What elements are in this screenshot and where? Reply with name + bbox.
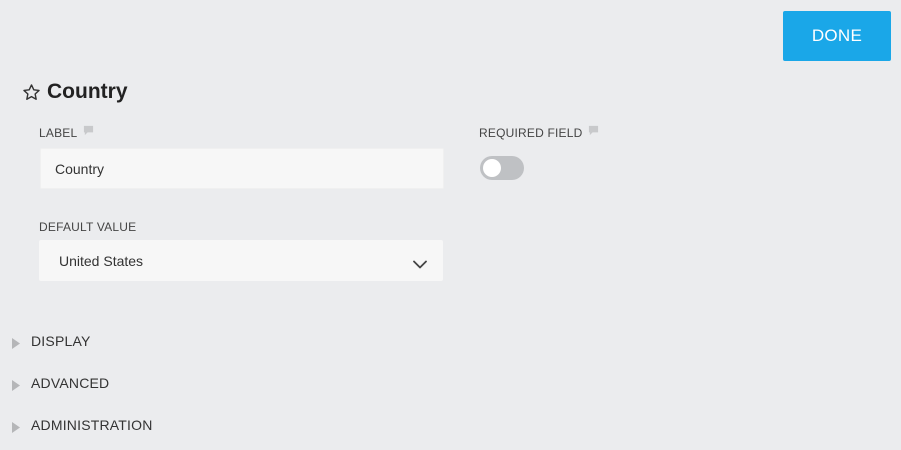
caret-right-icon bbox=[12, 378, 21, 391]
done-button[interactable]: DONE bbox=[783, 11, 891, 61]
default-value-selected: United States bbox=[59, 252, 144, 269]
comment-icon[interactable] bbox=[588, 125, 599, 136]
section-display[interactable]: DISPLAY bbox=[12, 333, 91, 349]
default-value-caption: DEFAULT VALUE bbox=[39, 220, 137, 234]
chevron-down-icon bbox=[413, 256, 427, 269]
default-caption-row: DEFAULT VALUE bbox=[39, 220, 136, 234]
label-caption: LABEL bbox=[39, 126, 78, 140]
field-editor: DONE Country LABEL REQUIRED FIELD DEFAUL… bbox=[0, 0, 901, 450]
required-caption: REQUIRED FIELD bbox=[479, 126, 583, 140]
required-toggle[interactable] bbox=[480, 156, 524, 180]
label-input[interactable] bbox=[40, 148, 444, 189]
toggle-knob bbox=[483, 159, 501, 177]
required-caption-row: REQUIRED FIELD bbox=[479, 125, 599, 140]
field-header: Country bbox=[22, 80, 128, 104]
section-label: ADMINISTRATION bbox=[31, 417, 153, 433]
section-label: DISPLAY bbox=[31, 333, 91, 349]
field-title: Country bbox=[47, 80, 128, 103]
comment-icon[interactable] bbox=[83, 125, 94, 136]
caret-right-icon bbox=[12, 336, 21, 349]
section-label: ADVANCED bbox=[31, 375, 110, 391]
section-advanced[interactable]: ADVANCED bbox=[12, 375, 109, 391]
caret-right-icon bbox=[12, 420, 21, 433]
label-caption-row: LABEL bbox=[39, 125, 94, 140]
section-administration[interactable]: ADMINISTRATION bbox=[12, 417, 153, 433]
default-value-select[interactable]: United States bbox=[39, 240, 443, 281]
star-icon[interactable] bbox=[22, 83, 41, 102]
